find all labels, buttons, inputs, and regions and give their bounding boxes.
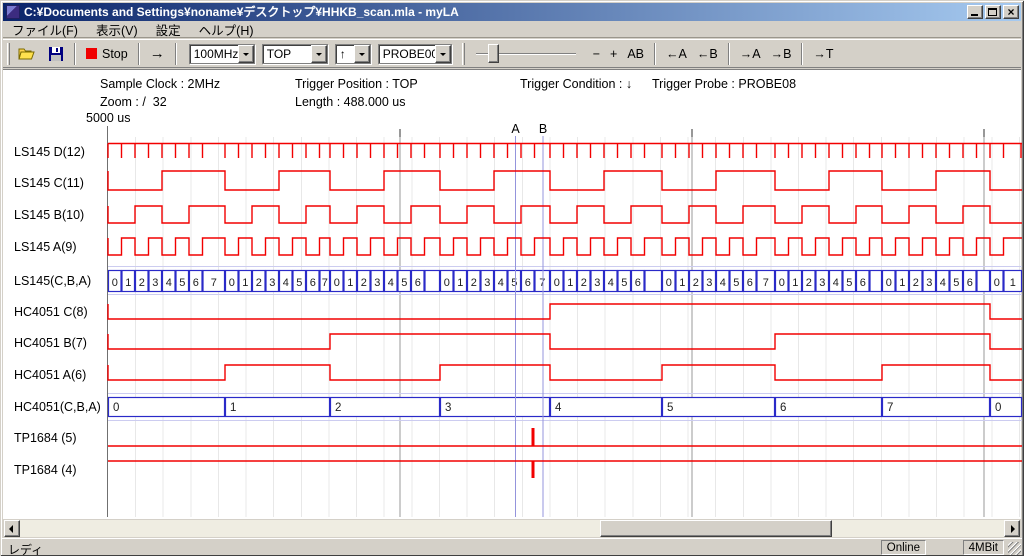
stop-button[interactable]: Stop: [81, 44, 133, 64]
toolbar-separator: [74, 43, 76, 65]
statusbar: レディ Online 4MBit: [2, 538, 1022, 555]
toolbar-grip: [462, 43, 465, 65]
trigger-position-combo[interactable]: TOP: [262, 44, 328, 64]
trigger-position-text: Trigger Position : TOP: [295, 77, 418, 91]
goto-a-left-button[interactable]: ←A: [661, 44, 692, 64]
channel-label-tp1684-4: TP1684 (4): [14, 463, 106, 477]
toolbar: Stop → 100MHz TOP ↑ PROBE00 − + AB: [3, 39, 1021, 68]
folder-open-icon: [18, 46, 38, 62]
channel-label-ls145-b: LS145 B(10): [14, 208, 106, 222]
goto-trigger-button[interactable]: →T: [808, 44, 838, 64]
stop-icon: [86, 48, 97, 59]
combo-dropdown-icon[interactable]: [435, 45, 451, 63]
combo-dropdown-icon[interactable]: [238, 45, 254, 63]
maximize-button[interactable]: [985, 5, 1001, 19]
scroll-left-button[interactable]: [4, 520, 20, 537]
trigger-condition-text: Trigger Condition : ↓: [520, 77, 632, 91]
menubar: ファイル(F) 表示(V) 設定 ヘルプ(H): [3, 21, 1021, 38]
channel-label-ls145-bus: LS145(C,B,A): [14, 274, 106, 288]
save-button[interactable]: [43, 43, 69, 65]
channel-label-hc4051-a: HC4051 A(6): [14, 368, 106, 382]
trigger-edge-combo-value: ↑: [336, 47, 354, 61]
maximize-icon: [988, 8, 997, 16]
run-arrow-icon: →: [150, 46, 165, 61]
channel-label-ls145-a: LS145 A(9): [14, 240, 106, 254]
channel-label-hc4051-c: HC4051 C(8): [14, 305, 106, 319]
app-icon: [6, 5, 20, 19]
goto-b-right-button[interactable]: →B: [766, 44, 797, 64]
zoom-text: Zoom : / 32: [100, 95, 167, 109]
close-button[interactable]: ×: [1003, 5, 1019, 19]
resize-grip[interactable]: [1008, 542, 1021, 555]
minimize-button[interactable]: [967, 5, 983, 19]
combo-dropdown-icon[interactable]: [354, 45, 370, 63]
toolbar-separator: [801, 43, 803, 65]
channel-label-tp1684-5: TP1684 (5): [14, 431, 106, 445]
channel-label-ls145-c: LS145 C(11): [14, 176, 106, 190]
zoom-in-button[interactable]: +: [605, 44, 622, 64]
toolbar-separator: [728, 43, 730, 65]
combo-dropdown-icon[interactable]: [311, 45, 327, 63]
toolbar-separator: [138, 43, 140, 65]
goto-a-right-button[interactable]: →A: [735, 44, 766, 64]
probe-combo-value: PROBE00: [379, 47, 435, 61]
toolbar-separator: [654, 43, 656, 65]
zoom-slider-handle[interactable]: [488, 44, 499, 63]
scroll-thumb[interactable]: [600, 520, 832, 537]
close-icon: ×: [1004, 5, 1018, 19]
menu-item-file[interactable]: ファイル(F): [3, 19, 87, 40]
trigger-position-combo-value: TOP: [263, 47, 311, 61]
menu-item-help[interactable]: ヘルプ(H): [190, 19, 263, 40]
run-button[interactable]: →: [145, 43, 170, 64]
trigger-edge-combo[interactable]: ↑: [335, 44, 371, 64]
stop-label: Stop: [102, 47, 128, 61]
toolbar-separator: [175, 43, 177, 65]
channel-label-hc4051-bus: HC4051(C,B,A): [14, 400, 106, 414]
ruler-scale-label: 5000 us: [86, 111, 130, 125]
horizontal-scrollbar[interactable]: [4, 520, 1020, 537]
status-ready-text: レディ: [8, 541, 43, 556]
open-button[interactable]: [13, 43, 43, 65]
waveform-panel[interactable]: [3, 69, 1021, 519]
sample-clock-text: Sample Clock : 2MHz: [100, 77, 220, 91]
status-online-panel: Online: [881, 540, 926, 555]
sample-clock-combo[interactable]: 100MHz: [189, 44, 255, 64]
app-window: C:¥Documents and Settings¥noname¥デスクトップ¥…: [0, 0, 1024, 556]
scroll-left-icon: [9, 525, 13, 533]
length-text: Length : 488.000 us: [295, 95, 406, 109]
minimize-icon: [971, 14, 978, 16]
scroll-right-button[interactable]: [1004, 520, 1020, 537]
goto-b-left-button[interactable]: ←B: [692, 44, 723, 64]
floppy-icon: [48, 46, 64, 62]
channel-label-hc4051-b: HC4051 B(7): [14, 336, 106, 350]
channel-label-ls145-d: LS145 D(12): [14, 145, 106, 159]
zoom-out-button[interactable]: −: [588, 44, 605, 64]
status-memory-panel: 4MBit: [963, 540, 1004, 555]
toolbar-grip: [7, 43, 10, 65]
menu-item-view[interactable]: 表示(V): [87, 19, 147, 40]
zoom-slider[interactable]: [476, 43, 576, 65]
sample-clock-combo-value: 100MHz: [190, 47, 238, 61]
trigger-probe-text: Trigger Probe : PROBE08: [652, 77, 796, 91]
probe-combo[interactable]: PROBE00: [378, 44, 452, 64]
scroll-right-icon: [1011, 525, 1015, 533]
ab-cursor-button[interactable]: AB: [622, 44, 649, 64]
menu-item-settings[interactable]: 設定: [147, 19, 190, 40]
